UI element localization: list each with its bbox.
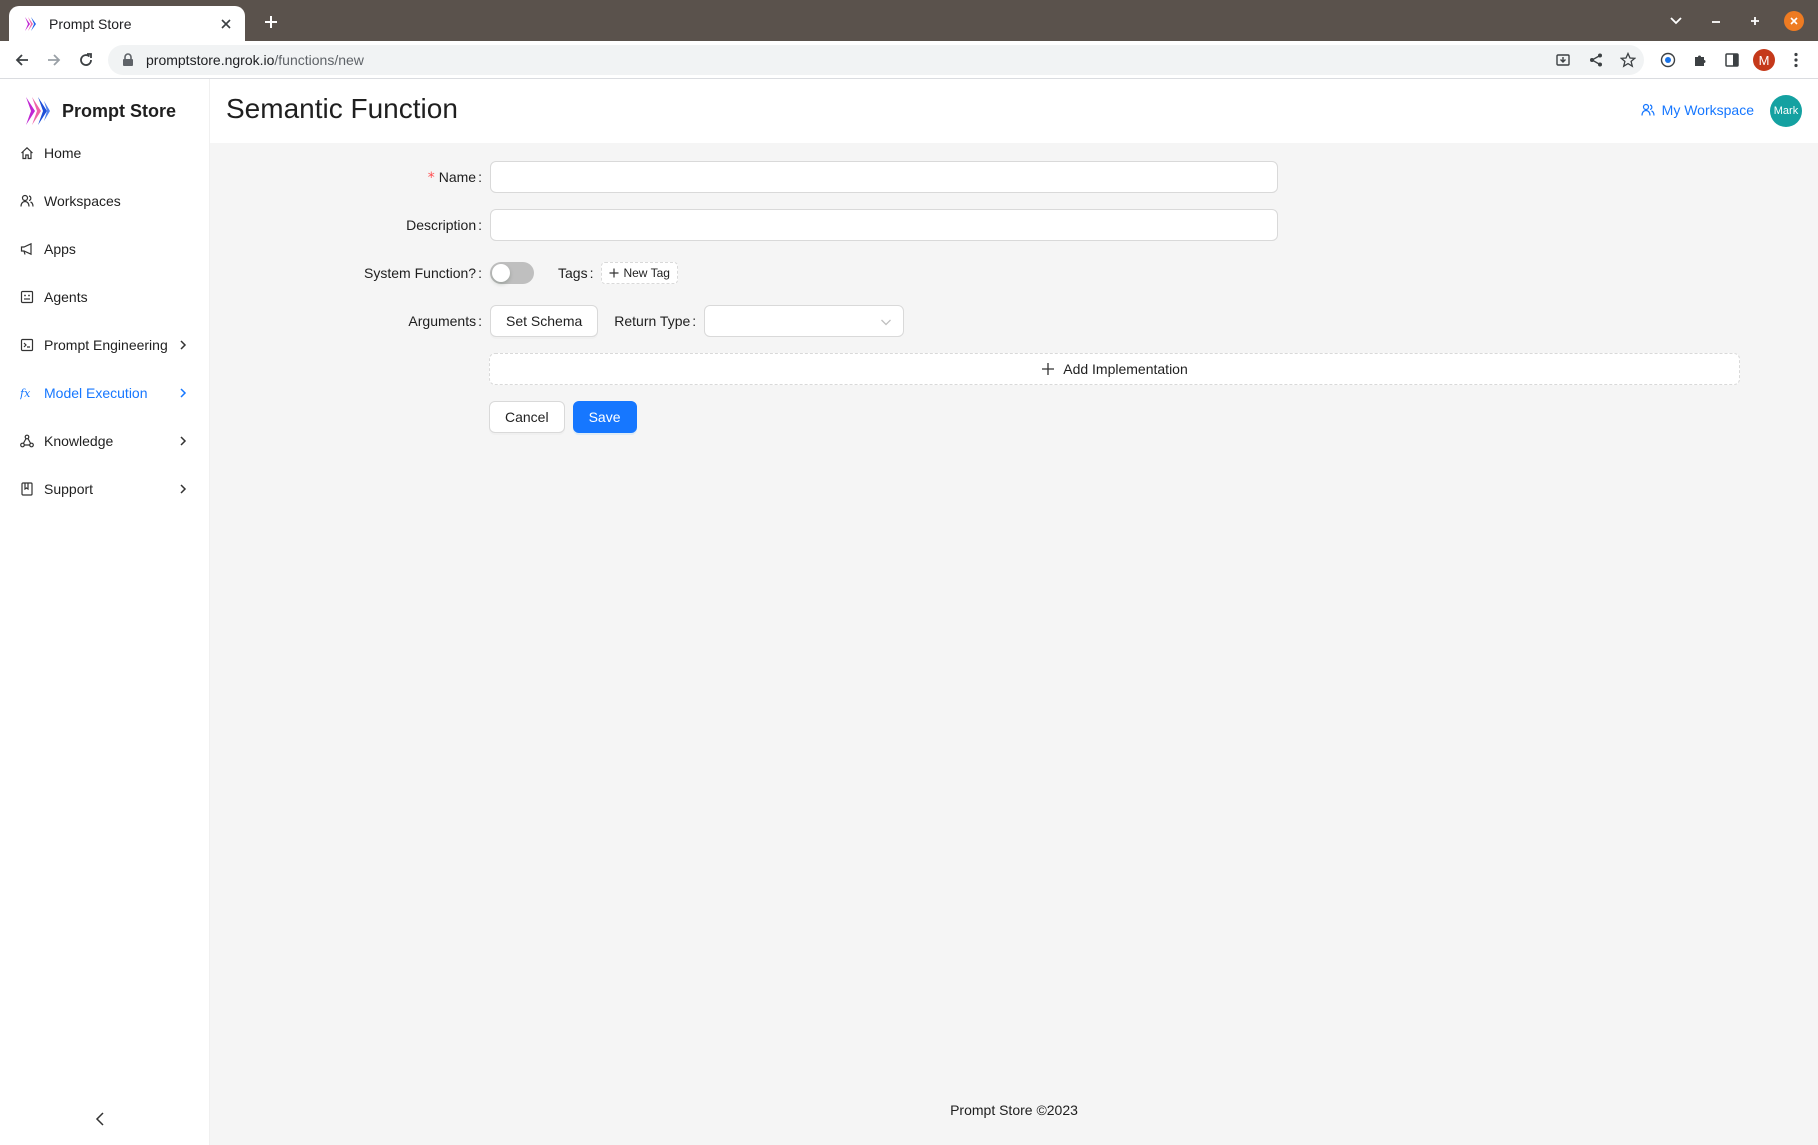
page-title: Semantic Function (226, 93, 458, 124)
sidebar-menu: Home Workspaces Apps Agents Prompt Engin… (0, 129, 209, 517)
brand-name: Prompt Store (62, 100, 177, 121)
chevron-right-icon (177, 435, 189, 447)
plus-icon (1041, 362, 1055, 376)
side-panel-icon[interactable] (1720, 48, 1744, 72)
chevron-right-icon (177, 339, 189, 351)
chevron-right-icon (177, 483, 189, 495)
sidebar-item-agents[interactable]: Agents (4, 277, 205, 317)
page-header: Semantic Function My Workspace Mark (210, 79, 1818, 143)
brand[interactable]: Prompt Store (24, 93, 176, 129)
form-actions: Cancel Save (489, 401, 637, 433)
name-form-item: * Name: (210, 161, 1278, 193)
sidebar-item-label: Agents (44, 289, 88, 305)
sidebar-item-label: Knowledge (44, 433, 114, 449)
sidebar-item-knowledge[interactable]: Knowledge (4, 421, 205, 461)
new-tag-label: New Tag (623, 266, 670, 280)
home-icon (20, 146, 34, 160)
description-input[interactable] (490, 209, 1278, 241)
sidebar-item-workspaces[interactable]: Workspaces (4, 181, 205, 221)
install-app-icon[interactable] (1551, 48, 1575, 72)
sidebar-item-label: Prompt Engineering (44, 337, 168, 353)
tab-search-icon[interactable] (1664, 9, 1688, 33)
return-type-select[interactable] (704, 305, 905, 337)
deployment-unit-icon (20, 434, 34, 448)
robot-icon (20, 290, 34, 304)
sidebar-item-model-execution[interactable]: fx Model Execution (4, 373, 205, 413)
extension-icon[interactable] (1656, 48, 1680, 72)
close-tab-icon[interactable] (217, 15, 235, 33)
set-schema-button[interactable]: Set Schema (490, 305, 599, 337)
add-implementation-label: Add Implementation (1063, 361, 1188, 377)
team-icon (20, 194, 34, 208)
sidebar-item-label: Apps (44, 241, 76, 257)
tags-label: Tags: (558, 265, 594, 281)
prompt-store-logo-icon (26, 97, 50, 125)
switch-knob (492, 264, 510, 282)
browser-tab[interactable]: Prompt Store (9, 6, 245, 41)
maximize-icon[interactable] (1743, 9, 1767, 33)
footer: Prompt Store ©2023 (210, 1075, 1818, 1145)
browser-toolbar: promptstore.ngrok.io /functions/new M (0, 41, 1818, 79)
prompt-store-favicon-icon (23, 16, 39, 32)
new-tab-icon[interactable] (260, 11, 282, 33)
avatar[interactable]: Mark (1770, 95, 1802, 127)
description-form-item: Description: (210, 209, 1278, 241)
arguments-form-item: Arguments: Set Schema Return Type: (210, 305, 905, 337)
app-layout: Prompt Store Home Workspaces Apps Agents… (0, 79, 1818, 1145)
reload-icon[interactable] (74, 48, 98, 72)
sidebar-item-label: Support (44, 481, 94, 497)
workspace-label: My Workspace (1661, 102, 1754, 118)
sidebar-item-apps[interactable]: Apps (4, 229, 205, 269)
tab-title: Prompt Store (49, 15, 132, 32)
team-icon (1641, 103, 1655, 117)
implementations-form-item: Add Implementation (489, 353, 1740, 385)
sidebar-item-prompt-engineering[interactable]: Prompt Engineering (4, 325, 205, 365)
minimize-icon[interactable] (1704, 9, 1728, 33)
add-implementation-button[interactable]: Add Implementation (489, 353, 1740, 385)
function-icon: fx (20, 386, 34, 400)
chevron-right-icon (177, 387, 189, 399)
back-icon[interactable] (10, 48, 34, 72)
lock-icon (122, 53, 134, 67)
name-input[interactable] (490, 161, 1278, 193)
system-function-form-item: System Function?: Tags: New Tag (210, 257, 678, 289)
profile-initial: M (1753, 49, 1775, 71)
sidebar: Prompt Store Home Workspaces Apps Agents… (0, 79, 210, 1145)
plus-icon (609, 268, 619, 278)
save-button[interactable]: Save (572, 401, 637, 433)
main-content: * Name: Description: System Function?: Ta… (210, 143, 1818, 1145)
window-close-icon[interactable] (1782, 9, 1806, 33)
notification-icon (20, 242, 34, 256)
sidebar-item-home[interactable]: Home (4, 133, 205, 173)
svg-text:fx: fx (20, 387, 31, 400)
collapse-sidebar-icon[interactable] (90, 1109, 110, 1129)
profile-avatar[interactable]: M (1752, 48, 1776, 72)
name-label: * Name: (427, 168, 482, 186)
url-path: /functions/new (274, 52, 364, 68)
workspace-link[interactable]: My Workspace (1641, 102, 1754, 118)
return-type-label: Return Type: (614, 313, 697, 329)
footer-copyright: Prompt Store ©2023 (950, 1102, 1078, 1118)
browser-tab-strip: Prompt Store (0, 0, 1818, 41)
code-icon (20, 338, 34, 352)
sidebar-item-support[interactable]: Support (4, 469, 205, 509)
puzzle-extensions-icon[interactable] (1688, 48, 1712, 72)
url-host: promptstore.ngrok.io (146, 52, 275, 68)
share-icon[interactable] (1584, 48, 1608, 72)
address-bar[interactable]: promptstore.ngrok.io /functions/new (108, 45, 1644, 75)
bookmark-star-icon[interactable] (1616, 48, 1640, 72)
arguments-label: Arguments: (408, 313, 482, 329)
sidebar-item-label: Model Execution (44, 385, 148, 401)
book-icon (20, 482, 34, 496)
new-tag-button[interactable]: New Tag (601, 262, 678, 284)
system-function-switch[interactable] (490, 262, 534, 284)
description-label: Description: (406, 217, 482, 233)
sidebar-item-label: Workspaces (44, 193, 121, 209)
chevron-down-icon (880, 316, 892, 328)
system-function-label: System Function?: (364, 265, 482, 281)
forward-icon[interactable] (42, 48, 66, 72)
sidebar-item-label: Home (44, 145, 82, 161)
more-menu-icon[interactable] (1784, 48, 1808, 72)
cancel-button[interactable]: Cancel (489, 401, 565, 433)
